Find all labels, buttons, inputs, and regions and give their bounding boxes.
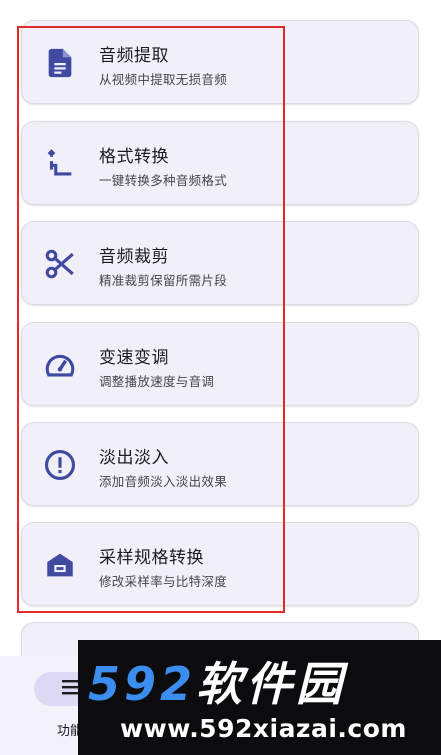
feature-card-format-convert[interactable]: 格式转换 一键转换多种音频格式 — [21, 121, 419, 205]
feature-card-sample-convert[interactable]: 采样规格转换 修改采样率与比特深度 — [21, 522, 419, 606]
feature-title: 变速变调 — [99, 348, 169, 368]
feature-card-audio-cut[interactable]: 音频裁剪 精准裁剪保留所需片段 — [21, 221, 419, 305]
feature-subtitle: 调整播放速度与音调 — [99, 374, 215, 389]
info-circle-icon — [40, 445, 80, 485]
speedometer-icon — [40, 345, 80, 385]
feature-subtitle: 精准裁剪保留所需片段 — [99, 273, 228, 288]
watermark-brand-number: 592 — [88, 657, 197, 711]
scissors-icon — [40, 244, 80, 284]
watermark: 592软件园 www.592xiazai.com — [78, 640, 441, 755]
feature-subtitle: 修改采样率与比特深度 — [99, 574, 228, 589]
watermark-url: www.592xiazai.com — [120, 714, 407, 743]
feature-title: 音频提取 — [99, 46, 169, 66]
feature-subtitle: 添加音频淡入淡出效果 — [99, 474, 228, 489]
feature-card-fade[interactable]: 淡出淡入 添加音频淡入淡出效果 — [21, 422, 419, 506]
archive-icon — [40, 545, 80, 585]
feature-subtitle: 从视频中提取无损音频 — [99, 72, 228, 87]
feature-card-speed-pitch[interactable]: 变速变调 调整播放速度与音调 — [21, 322, 419, 406]
menu-icon — [60, 678, 80, 700]
feature-card-audio-extract[interactable]: 音频提取 从视频中提取无损音频 — [21, 20, 419, 104]
watermark-brand-text: 软件园 — [196, 657, 347, 711]
document-icon — [40, 43, 80, 83]
feature-title: 淡出淡入 — [99, 448, 169, 468]
feature-title: 音频裁剪 — [99, 247, 169, 267]
watermark-brand: 592软件园 — [88, 648, 346, 714]
feature-title: 采样规格转换 — [99, 548, 204, 568]
convert-icon — [40, 144, 80, 184]
feature-subtitle: 一键转换多种音频格式 — [99, 173, 228, 188]
feature-title: 格式转换 — [99, 147, 169, 167]
